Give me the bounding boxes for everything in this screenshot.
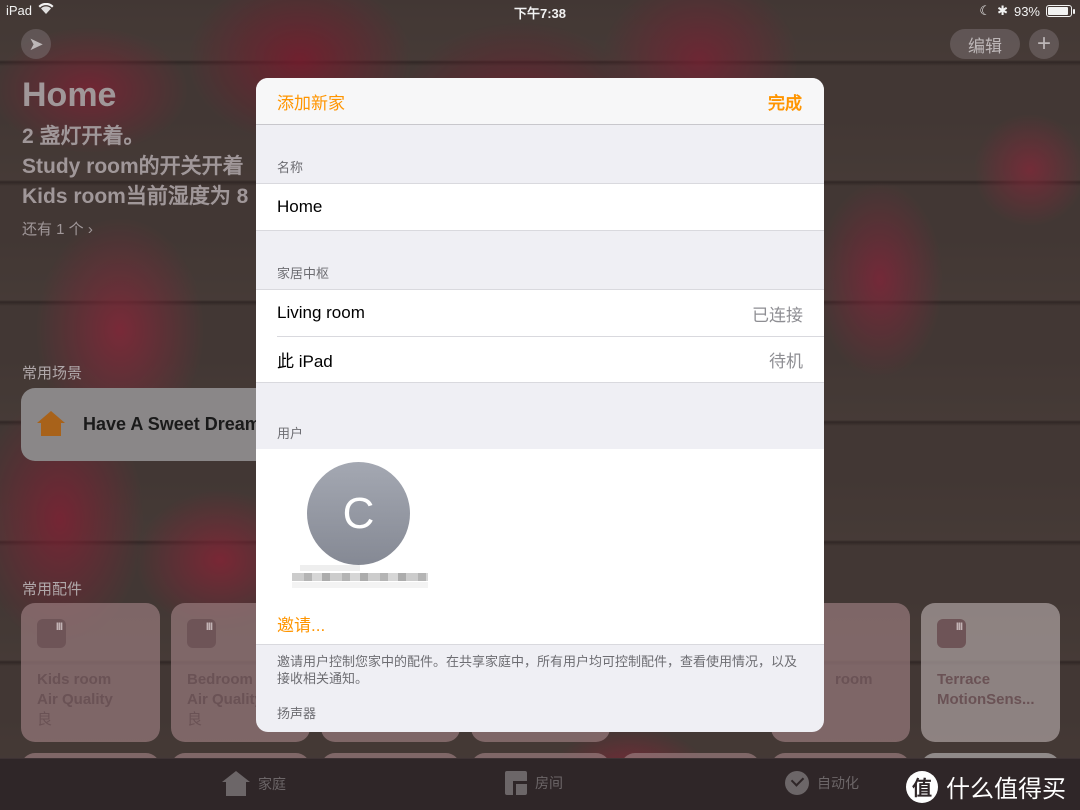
accessory-name: Terrace — [937, 671, 991, 688]
do-not-disturb-icon: ☾ — [979, 3, 992, 18]
accessory-tile[interactable]: Terrace MotionSens... — [921, 603, 1060, 742]
scenes-header: 常用场景 — [22, 365, 83, 382]
user-avatar[interactable]: C — [307, 462, 410, 565]
edit-button[interactable]: 编辑 — [950, 29, 1020, 59]
tab-label: 自动化 — [817, 775, 859, 791]
hub-name: Living room — [277, 303, 365, 322]
accessory-name: Kids room — [37, 671, 112, 688]
tab-label: 家庭 — [258, 776, 286, 792]
user-name-redacted — [292, 565, 428, 588]
automation-icon — [785, 771, 809, 795]
add-new-home-button[interactable]: 添加新家 — [277, 89, 345, 114]
home-name-field[interactable]: Home — [256, 184, 824, 230]
tab-label: 房间 — [535, 775, 563, 791]
accessory-type: Air Quality — [37, 691, 113, 708]
add-home-sheet: 添加新家 完成 名称 Home 家居中枢 Living room 已连接 此 i… — [256, 78, 824, 732]
accessory-status: 良 — [37, 711, 53, 728]
sensor-icon — [37, 619, 66, 648]
status-bar: iPad 下午7:38 ☾ ✱ 93% — [0, 0, 1080, 22]
speakers-section-header: 扬声器 — [277, 706, 317, 721]
tab-bar: 家庭 房间 自动化 值 什么值得买 — [0, 758, 1080, 810]
sensor-icon — [937, 619, 966, 648]
watermark-text: 什么值得买 — [946, 776, 1066, 803]
hub-status: 已连接 — [752, 305, 803, 325]
sheet-nav-bar: 添加新家 完成 — [256, 78, 824, 125]
done-button[interactable]: 完成 — [768, 89, 802, 114]
location-arrow-icon: ➤ — [28, 33, 44, 54]
clock: 下午7:38 — [513, 6, 567, 21]
sensor-icon — [187, 619, 216, 648]
accessories-header: 常用配件 — [22, 581, 83, 598]
tab-home[interactable]: 家庭 — [222, 771, 286, 797]
invite-button[interactable]: 邀请... — [277, 611, 325, 636]
home-name-value[interactable]: Home — [277, 197, 322, 217]
bluetooth-icon: ✱ — [997, 3, 1008, 18]
house-icon — [37, 410, 65, 439]
users-section: C 邀请... — [256, 449, 824, 645]
users-section-header: 用户 — [277, 426, 304, 441]
watermark: 值 什么值得买 — [906, 769, 1066, 804]
hub-name: 此 iPad — [277, 351, 333, 371]
room-icon — [505, 771, 527, 795]
hub-status: 待机 — [769, 351, 803, 371]
invite-footer-note: 邀请用户控制您家中的配件。在共享家庭中，所有用户均可控制配件，查看使用情况，以及… — [277, 654, 798, 686]
tab-automation[interactable]: 自动化 — [785, 771, 859, 795]
hub-row[interactable]: Living room 已连接 — [256, 290, 824, 336]
battery-icon — [1046, 5, 1075, 17]
home-title: Home — [22, 76, 117, 114]
scene-label: Have A Sweet Dream — [83, 414, 261, 434]
summary-line: 2 盏灯开着。 — [22, 125, 145, 148]
home-status-summary: 2 盏灯开着。 Study room的开关开着 Kids room当前湿度为 8 — [22, 122, 248, 212]
summary-line: Kids room当前湿度为 8 — [22, 185, 249, 208]
hub-section-header: 家居中枢 — [277, 266, 330, 281]
name-section: Home — [256, 183, 824, 231]
tab-rooms[interactable]: 房间 — [505, 771, 563, 795]
add-button[interactable]: + — [1029, 29, 1059, 59]
summary-line: Study room的开关开着 — [22, 155, 244, 178]
name-section-header: 名称 — [277, 160, 304, 175]
hub-row[interactable]: 此 iPad 待机 — [256, 336, 824, 382]
hub-section: Living room 已连接 此 iPad 待机 — [256, 289, 824, 383]
more-status-link[interactable]: 还有 1 个 › — [22, 218, 93, 239]
location-button[interactable]: ➤ — [21, 29, 51, 59]
watermark-logo-icon: 值 — [906, 770, 938, 803]
accessory-tile[interactable]: Kids room Air Quality 良 — [21, 603, 160, 742]
battery-percent: 93% — [1013, 3, 1040, 19]
house-icon — [222, 771, 250, 797]
accessory-type: MotionSens... — [937, 691, 1035, 708]
